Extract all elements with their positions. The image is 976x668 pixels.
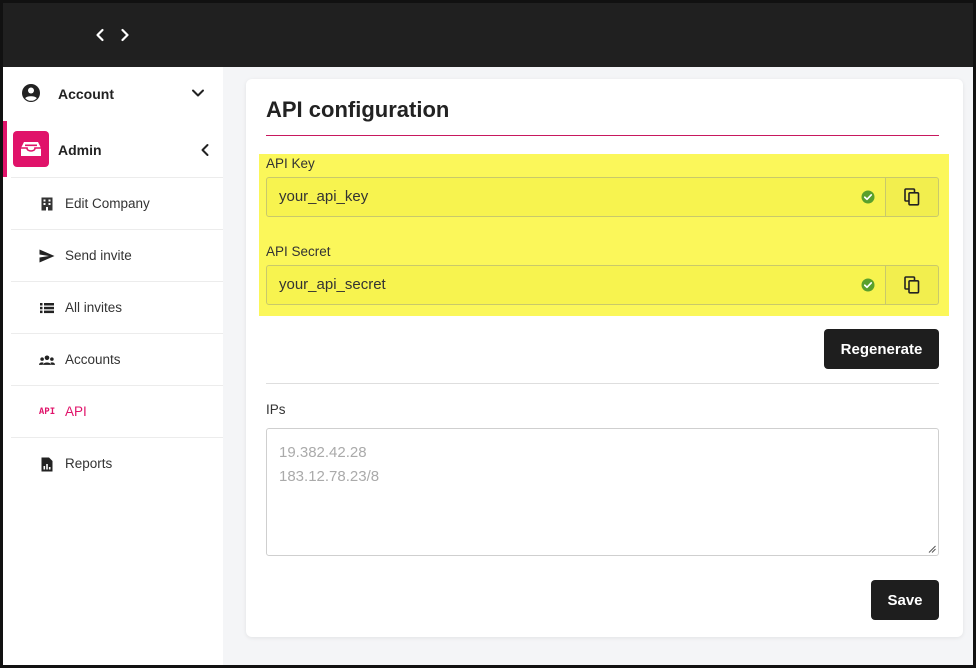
sidebar-item-label: All invites <box>65 300 123 315</box>
check-circle-icon <box>861 190 875 204</box>
api-key-field-group: your_api_key <box>266 177 939 217</box>
building-icon <box>39 196 55 212</box>
api-secret-label: API Secret <box>266 244 331 259</box>
regenerate-button[interactable]: Regenerate <box>824 329 939 369</box>
group-icon <box>39 352 55 368</box>
copy-icon <box>904 188 920 206</box>
check-circle-icon <box>861 278 875 292</box>
sidebar-item-label: Accounts <box>65 352 121 367</box>
sidebar-item-label: Admin <box>58 142 102 158</box>
nav-forward-button[interactable] <box>116 25 134 45</box>
list-icon <box>39 300 55 316</box>
sidebar-item-label: Edit Company <box>65 196 150 211</box>
chevron-down-icon <box>192 89 204 97</box>
api-key-label: API Key <box>266 156 315 171</box>
sidebar: Account Admin Edit Company Send invite A… <box>3 67 223 665</box>
sidebar-item-api[interactable]: API API <box>11 385 223 437</box>
sidebar-item-reports[interactable]: Reports <box>11 437 223 489</box>
sidebar-item-label: Account <box>58 86 114 102</box>
report-icon <box>39 456 55 472</box>
sidebar-item-edit-company[interactable]: Edit Company <box>11 177 223 229</box>
chevron-left-icon <box>96 28 104 42</box>
api-icon: API <box>38 407 56 417</box>
ips-label: IPs <box>266 402 286 417</box>
ip-entry: 183.12.78.23/8 <box>279 468 380 485</box>
admin-badge-icon <box>13 131 49 167</box>
copy-api-key-button[interactable] <box>885 177 939 217</box>
top-bar <box>3 3 973 67</box>
title-divider <box>266 135 939 136</box>
api-configuration-card: API configuration API Key your_api_key A… <box>246 79 963 637</box>
api-key-input[interactable]: your_api_key <box>266 177 886 217</box>
sidebar-item-label: API <box>65 404 87 419</box>
api-secret-field-group: your_api_secret <box>266 265 939 305</box>
api-secret-input[interactable]: your_api_secret <box>266 265 886 305</box>
copy-api-secret-button[interactable] <box>885 265 939 305</box>
page-title: API configuration <box>266 97 450 122</box>
chevron-right-icon <box>121 28 129 42</box>
ip-entry: 19.382.42.28 <box>279 444 367 461</box>
nav-back-button[interactable] <box>91 25 109 45</box>
sidebar-item-label: Send invite <box>65 248 132 263</box>
chevron-left-icon <box>201 144 209 156</box>
account-circle-icon <box>22 84 40 102</box>
sidebar-item-admin[interactable]: Admin <box>3 121 223 177</box>
sidebar-item-label: Reports <box>65 456 113 471</box>
sidebar-item-account[interactable]: Account <box>3 67 223 121</box>
save-button[interactable]: Save <box>871 580 939 620</box>
ips-textarea[interactable]: 19.382.42.28 183.12.78.23/8 <box>266 428 939 556</box>
app-window: Account Admin Edit Company Send invite A… <box>0 0 976 668</box>
sidebar-item-all-invites[interactable]: All invites <box>11 281 223 333</box>
resize-grip-icon[interactable] <box>928 545 936 553</box>
sidebar-item-accounts[interactable]: Accounts <box>11 333 223 385</box>
section-divider <box>266 383 939 384</box>
copy-icon <box>904 276 920 294</box>
sidebar-item-send-invite[interactable]: Send invite <box>11 229 223 281</box>
send-icon <box>39 248 55 264</box>
